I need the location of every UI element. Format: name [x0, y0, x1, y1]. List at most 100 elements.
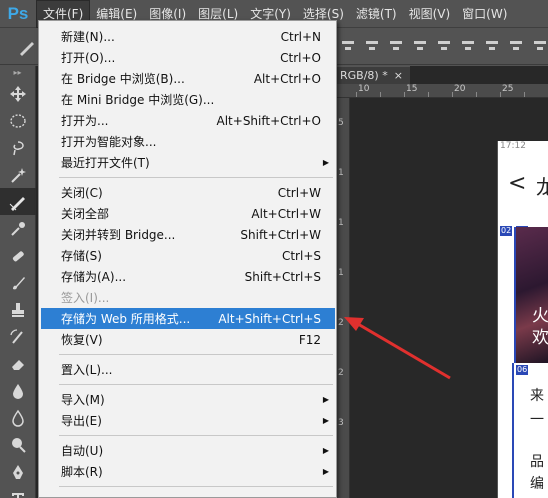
- menu-item-place[interactable]: 置入(L)...: [41, 359, 335, 380]
- menu-item-save-as[interactable]: 存储为(A)... Shift+Ctrl+S: [41, 266, 335, 287]
- menu-item-shortcut: Alt+Ctrl+W: [251, 206, 321, 221]
- menu-item-label: 签入(I)...: [61, 291, 110, 305]
- ruler-v-mark: 1: [338, 168, 344, 178]
- pen-tool-icon[interactable]: [0, 458, 36, 485]
- ruler-v-mark: 1: [338, 218, 344, 228]
- canvas-hero-image: 火 欢: [514, 227, 548, 363]
- slice-badge: 06: [516, 365, 529, 375]
- close-tab-icon[interactable]: ×: [394, 69, 403, 82]
- canvas-back-glyph: <: [508, 171, 527, 196]
- slice-badge: 02: [500, 226, 513, 236]
- menu-item-close[interactable]: 关闭(C) Ctrl+W: [41, 182, 335, 203]
- menu-item-export[interactable]: 导出(E) ▶: [41, 410, 335, 431]
- menu-item-automate[interactable]: 自动(U) ▶: [41, 440, 335, 461]
- menu-item-close-all[interactable]: 关闭全部 Alt+Ctrl+W: [41, 203, 335, 224]
- menu-item-check-in: 签入(I)...: [41, 287, 335, 308]
- healing-brush-tool-icon[interactable]: [0, 242, 36, 269]
- menu-separator: [59, 384, 333, 385]
- distribute-center-icon[interactable]: [508, 38, 524, 54]
- menu-separator: [59, 354, 333, 355]
- photoshop-logo: Ps: [7, 3, 29, 23]
- type-tool-icon[interactable]: [0, 485, 36, 498]
- menu-item-shortcut: Shift+Ctrl+S: [244, 269, 321, 284]
- distribute-bottom-icon[interactable]: [532, 38, 548, 54]
- eyedropper-tool-icon[interactable]: [0, 215, 36, 242]
- menu-filter[interactable]: 滤镜(T): [350, 0, 403, 28]
- menu-item-open[interactable]: 打开(O)... Ctrl+O: [41, 47, 335, 68]
- menu-item-open-recent[interactable]: 最近打开文件(T) ▶: [41, 152, 335, 173]
- magic-wand-tool-icon[interactable]: [0, 161, 36, 188]
- ruler-v-mark: 5: [338, 118, 344, 128]
- menu-item-label: 自动(U): [61, 444, 104, 458]
- align-bottom-icon[interactable]: [388, 38, 404, 54]
- canvas-document[interactable]: 17:12 < 龙 02 03 火 欢 06 来 一 品 编: [497, 141, 548, 498]
- brush-tool-icon[interactable]: [0, 269, 36, 296]
- menu-item-close-and-go-to-bridge[interactable]: 关闭并转到 Bridge... Shift+Ctrl+W: [41, 224, 335, 245]
- menu-view[interactable]: 视图(V): [403, 0, 457, 28]
- file-menu-dropdown: 新建(N)... Ctrl+N 打开(O)... Ctrl+O 在 Bridge…: [38, 20, 337, 498]
- canvas-body-text: 一: [530, 412, 544, 428]
- menu-item-label: 导出(E): [61, 414, 102, 428]
- menu-separator: [59, 486, 333, 487]
- canvas-image-text: 欢: [532, 328, 548, 348]
- align-hcenter-icon[interactable]: [436, 38, 452, 54]
- vertical-ruler: 5 1 1 1 2 2 3: [336, 98, 350, 498]
- slice-guide: [512, 363, 514, 498]
- marquee-tool-icon[interactable]: [0, 107, 36, 134]
- menu-item-label: 最近打开文件(T): [61, 156, 150, 170]
- menu-item-revert[interactable]: 恢复(V) F12: [41, 329, 335, 350]
- canvas-body-text: 品: [530, 454, 544, 470]
- ruler-h-mark: 20: [454, 84, 466, 94]
- document-tab-label: RGB/8) *: [340, 69, 388, 82]
- menu-item-open-as[interactable]: 打开为... Alt+Shift+Ctrl+O: [41, 110, 335, 131]
- menu-item-new[interactable]: 新建(N)... Ctrl+N: [41, 26, 335, 47]
- horizontal-ruler: 10 15 20 25: [336, 84, 548, 98]
- menu-item-label: 打开为智能对象...: [61, 135, 157, 149]
- move-tool-icon[interactable]: [0, 80, 36, 107]
- menu-item-label: 存储(S): [61, 249, 102, 263]
- menu-item-save[interactable]: 存储(S) Ctrl+S: [41, 245, 335, 266]
- menu-item-label: 置入(L)...: [61, 363, 113, 377]
- canvas-body-text: 编: [530, 476, 544, 492]
- menu-item-browse-mini-bridge[interactable]: 在 Mini Bridge 中浏览(G)...: [41, 89, 335, 110]
- align-left-icon[interactable]: [412, 38, 428, 54]
- canvas-title-char: 龙: [536, 171, 548, 200]
- menu-item-open-as-smart-object[interactable]: 打开为智能对象...: [41, 131, 335, 152]
- align-top-icon[interactable]: [340, 38, 356, 54]
- ruler-v-mark: 2: [338, 318, 344, 328]
- slice-tool-options-icon[interactable]: [18, 38, 36, 56]
- menu-item-label: 打开(O)...: [61, 51, 116, 65]
- menu-item-shortcut: Shift+Ctrl+W: [240, 227, 321, 242]
- canvas-body-text: 来: [530, 388, 544, 404]
- gradient-tool-icon[interactable]: [0, 377, 36, 404]
- slice-tool-icon[interactable]: [0, 188, 36, 215]
- history-brush-tool-icon[interactable]: [0, 323, 36, 350]
- document-tab[interactable]: RGB/8) * ×: [336, 66, 410, 84]
- align-right-icon[interactable]: [460, 38, 476, 54]
- menu-item-label: 关闭(C): [61, 186, 103, 200]
- menu-item-import[interactable]: 导入(M) ▶: [41, 389, 335, 410]
- toolbar-grip-icon[interactable]: ▸▸: [0, 66, 35, 80]
- blur-tool-icon[interactable]: [0, 404, 36, 431]
- clone-stamp-tool-icon[interactable]: [0, 296, 36, 323]
- menu-item-save-for-web[interactable]: 存储为 Web 所用格式... Alt+Shift+Ctrl+S: [41, 308, 335, 329]
- menu-item-shortcut: Ctrl+W: [277, 185, 321, 200]
- submenu-arrow-icon: ▶: [322, 467, 329, 476]
- menu-item-scripts[interactable]: 脚本(R) ▶: [41, 461, 335, 482]
- lasso-tool-icon[interactable]: [0, 134, 36, 161]
- menu-window[interactable]: 窗口(W): [456, 0, 513, 28]
- menu-item-label: 存储为(A)...: [61, 270, 127, 284]
- distribute-top-icon[interactable]: [484, 38, 500, 54]
- ruler-v-mark: 1: [338, 268, 344, 278]
- submenu-arrow-icon: ▶: [322, 395, 329, 404]
- menu-item-shortcut: Alt+Shift+Ctrl+S: [218, 311, 321, 326]
- menu-item-browse-bridge[interactable]: 在 Bridge 中浏览(B)... Alt+Ctrl+O: [41, 68, 335, 89]
- submenu-arrow-icon: ▶: [322, 158, 329, 167]
- ruler-h-mark: 25: [502, 84, 514, 94]
- align-icons-group: [340, 38, 548, 54]
- align-vcenter-icon[interactable]: [364, 38, 380, 54]
- menu-item-shortcut: Alt+Ctrl+O: [253, 71, 321, 86]
- menu-item-label: 关闭并转到 Bridge...: [61, 228, 176, 242]
- dodge-tool-icon[interactable]: [0, 431, 36, 458]
- eraser-tool-icon[interactable]: [0, 350, 36, 377]
